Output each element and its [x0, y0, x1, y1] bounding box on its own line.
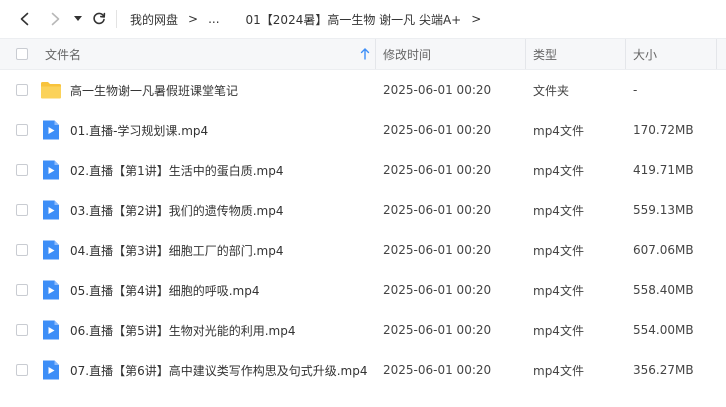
- file-type: mp4文件: [533, 323, 584, 338]
- column-divider[interactable]: [375, 39, 376, 69]
- column-header-time[interactable]: 修改时间: [383, 39, 431, 69]
- file-size: 607.06MB: [633, 243, 694, 257]
- chevron-left-icon: [20, 12, 29, 26]
- row-checkbox[interactable]: [16, 84, 28, 96]
- column-divider[interactable]: [716, 39, 717, 69]
- file-size: 170.72MB: [633, 123, 694, 137]
- file-row[interactable]: 高一生物谢一凡暑假班课堂笔记 2025-06-01 00:20 文件夹 -: [0, 70, 726, 110]
- video-file-icon: [40, 199, 62, 221]
- file-name[interactable]: 03.直播【第2讲】我们的遗传物质.mp4: [70, 190, 283, 230]
- file-name[interactable]: 01.直播-学习规划课.mp4: [70, 110, 208, 150]
- file-name[interactable]: 高一生物谢一凡暑假班课堂笔记: [70, 70, 238, 110]
- file-row[interactable]: 01.直播-学习规划课.mp4 2025-06-01 00:20 mp4文件 1…: [0, 110, 726, 150]
- video-file-icon: [40, 239, 62, 261]
- row-checkbox[interactable]: [16, 204, 28, 216]
- vertical-scrollbar[interactable]: [716, 70, 726, 407]
- file-name[interactable]: 06.直播【第5讲】生物对光能的利用.mp4: [70, 310, 295, 350]
- file-size: 554.00MB: [633, 323, 694, 337]
- row-checkbox[interactable]: [16, 284, 28, 296]
- file-size: 558.40MB: [633, 283, 694, 297]
- breadcrumb: 我的网盘 > ... 01【2024暑】高一生物 谢一凡 尖端A+ >: [130, 10, 490, 28]
- file-type: mp4文件: [533, 123, 584, 138]
- column-divider[interactable]: [625, 39, 626, 69]
- row-checkbox[interactable]: [16, 364, 28, 376]
- video-file-icon: [40, 319, 62, 341]
- checkbox-box: [16, 48, 28, 60]
- caret-down-icon: [74, 16, 82, 21]
- file-type: mp4文件: [533, 163, 584, 178]
- sort-ascending-icon[interactable]: [360, 48, 370, 60]
- file-name[interactable]: 07.直播【第6讲】高中建议类写作构思及句式升级.mp4: [70, 350, 367, 390]
- toolbar-divider: [116, 10, 117, 28]
- file-row[interactable]: 05.直播【第4讲】细胞的呼吸.mp4 2025-06-01 00:20 mp4…: [0, 270, 726, 310]
- file-size: 356.27MB: [633, 363, 694, 377]
- breadcrumb-separator-icon: >: [471, 12, 482, 26]
- file-modified-time: 2025-06-01 00:20: [383, 243, 492, 257]
- file-row[interactable]: 06.直播【第5讲】生物对光能的利用.mp4 2025-06-01 00:20 …: [0, 310, 726, 350]
- file-modified-time: 2025-06-01 00:20: [383, 123, 492, 137]
- breadcrumb-ellipsis[interactable]: ...: [208, 12, 219, 26]
- file-modified-time: 2025-06-01 00:20: [383, 323, 492, 337]
- breadcrumb-separator-icon: >: [188, 12, 199, 26]
- row-checkbox[interactable]: [16, 324, 28, 336]
- file-row[interactable]: 04.直播【第3讲】细胞工厂的部门.mp4 2025-06-01 00:20 m…: [0, 230, 726, 270]
- file-list-header: 文件名 修改时间 类型 大小: [0, 38, 726, 70]
- refresh-icon: [93, 12, 106, 25]
- file-type: mp4文件: [533, 363, 584, 378]
- file-modified-time: 2025-06-01 00:20: [383, 203, 492, 217]
- select-all-checkbox[interactable]: [16, 39, 28, 69]
- video-file-icon: [40, 159, 62, 181]
- file-size: -: [633, 83, 638, 97]
- file-name[interactable]: 02.直播【第1讲】生活中的蛋白质.mp4: [70, 150, 283, 190]
- breadcrumb-current[interactable]: 01【2024暑】高一生物 谢一凡 尖端A+: [246, 11, 462, 28]
- video-file-icon: [40, 119, 62, 141]
- file-name[interactable]: 04.直播【第3讲】细胞工厂的部门.mp4: [70, 230, 283, 270]
- file-modified-time: 2025-06-01 00:20: [383, 363, 492, 377]
- folder-icon: [40, 79, 62, 101]
- file-modified-time: 2025-06-01 00:20: [383, 163, 492, 177]
- file-row[interactable]: 07.直播【第6讲】高中建议类写作构思及句式升级.mp4 2025-06-01 …: [0, 350, 726, 390]
- file-type: mp4文件: [533, 203, 584, 218]
- file-modified-time: 2025-06-01 00:20: [383, 283, 492, 297]
- chevron-right-icon: [51, 12, 60, 26]
- file-row[interactable]: 03.直播【第2讲】我们的遗传物质.mp4 2025-06-01 00:20 m…: [0, 190, 726, 230]
- history-dropdown-button[interactable]: [70, 8, 86, 30]
- breadcrumb-root[interactable]: 我的网盘: [130, 11, 178, 28]
- column-header-type[interactable]: 类型: [533, 39, 557, 69]
- row-checkbox[interactable]: [16, 164, 28, 176]
- file-type: 文件夹: [533, 83, 570, 98]
- row-checkbox[interactable]: [16, 124, 28, 136]
- column-divider[interactable]: [525, 39, 526, 69]
- back-button[interactable]: [14, 8, 36, 30]
- file-row[interactable]: 02.直播【第1讲】生活中的蛋白质.mp4 2025-06-01 00:20 m…: [0, 150, 726, 190]
- refresh-button[interactable]: [88, 8, 110, 30]
- file-size: 419.71MB: [633, 163, 694, 177]
- navigation-bar: 我的网盘 > ... 01【2024暑】高一生物 谢一凡 尖端A+ >: [0, 0, 726, 38]
- file-size: 559.13MB: [633, 203, 694, 217]
- video-file-icon: [40, 279, 62, 301]
- forward-button[interactable]: [44, 8, 66, 30]
- row-checkbox[interactable]: [16, 244, 28, 256]
- column-header-size[interactable]: 大小: [633, 39, 657, 69]
- video-file-icon: [40, 359, 62, 381]
- file-type: mp4文件: [533, 283, 584, 298]
- file-name[interactable]: 05.直播【第4讲】细胞的呼吸.mp4: [70, 270, 259, 310]
- file-type: mp4文件: [533, 243, 584, 258]
- file-modified-time: 2025-06-01 00:20: [383, 83, 492, 97]
- column-header-name[interactable]: 文件名: [45, 39, 81, 69]
